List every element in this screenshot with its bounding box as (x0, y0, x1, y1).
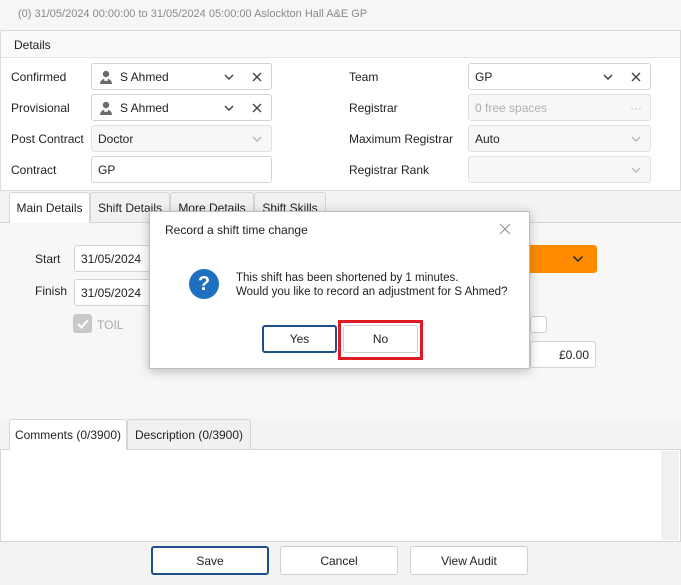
scrollbar[interactable] (661, 451, 679, 540)
start-label: Start (35, 252, 61, 266)
team-field[interactable]: GP (468, 63, 651, 90)
details-panel: Details Confirmed S Ahmed Provisional S … (0, 30, 681, 191)
person-icon (98, 69, 114, 85)
finish-date-value: 31/05/2024 (81, 285, 142, 300)
chevron-down-icon (572, 252, 584, 266)
more-icon: ··· (630, 100, 642, 115)
dialog-message-line2: Would you like to record an adjustment f… (236, 286, 508, 298)
registrar-placeholder: 0 free spaces (475, 100, 548, 115)
comment-tabs: Comments (0/3900) Description (0/3900) (0, 419, 681, 450)
provisional-value: S Ahmed (120, 100, 169, 115)
maximum-registrar-label: Maximum Registrar (349, 132, 454, 146)
yes-button[interactable]: Yes (262, 325, 337, 353)
chevron-down-icon[interactable] (221, 73, 237, 80)
contract-value: GP (98, 162, 116, 177)
chevron-down-icon[interactable] (600, 73, 616, 80)
clear-icon[interactable] (249, 72, 265, 82)
toil-label: TOIL (97, 318, 124, 332)
provisional-label: Provisional (11, 101, 70, 115)
maximum-registrar-value: Auto (475, 131, 500, 146)
shift-change-dialog: Record a shift time change ? This shift … (149, 211, 530, 369)
team-label: Team (349, 70, 379, 84)
registrar-rank-label: Registrar Rank (349, 163, 430, 177)
tab-description[interactable]: Description (0/3900) (127, 419, 251, 449)
chevron-down-icon (628, 166, 644, 173)
dialog-message: This shift has been shortened by 1 minut… (236, 271, 507, 299)
contract-label: Contract (11, 163, 57, 177)
start-date-value: 31/05/2024 (81, 251, 142, 266)
dialog-message-line1: This shift has been shortened by 1 minut… (236, 272, 459, 284)
no-button[interactable]: No (343, 325, 418, 353)
person-icon (98, 100, 114, 116)
window-title-bar: (0) 31/05/2024 00:00:00 to 31/05/2024 05… (0, 0, 681, 30)
registrar-rank-select[interactable] (468, 156, 651, 183)
contract-field[interactable]: GP (91, 156, 272, 183)
post-contract-label: Post Contract (11, 132, 84, 146)
registrar-field[interactable]: 0 free spaces ··· (468, 94, 651, 121)
confirmed-field[interactable]: S Ahmed (91, 63, 272, 90)
cancel-button[interactable]: Cancel (280, 546, 398, 575)
maximum-registrar-select[interactable]: Auto (468, 125, 651, 152)
amount-value: £0.00 (558, 347, 589, 362)
close-icon[interactable] (498, 222, 512, 236)
confirmed-value: S Ahmed (120, 69, 169, 84)
chevron-down-icon (628, 135, 644, 142)
check-icon (76, 318, 89, 329)
toil-checkbox[interactable] (73, 314, 92, 333)
tab-comments[interactable]: Comments (0/3900) (9, 419, 127, 450)
chevron-down-icon[interactable] (221, 104, 237, 111)
question-icon: ? (189, 269, 219, 299)
details-title: Details (14, 38, 51, 52)
confirmed-label: Confirmed (11, 70, 67, 84)
finish-label: Finish (35, 284, 68, 298)
details-header: Details (1, 31, 680, 58)
dialog-title: Record a shift time change (165, 223, 308, 237)
tab-main-details[interactable]: Main Details (9, 192, 90, 223)
save-button[interactable]: Save (151, 546, 269, 575)
post-contract-value: Doctor (98, 131, 134, 146)
team-value: GP (475, 69, 493, 84)
registrar-label: Registrar (349, 101, 398, 115)
window-title: (0) 31/05/2024 00:00:00 to 31/05/2024 05… (18, 8, 368, 20)
clear-icon[interactable] (628, 72, 644, 82)
comments-textarea[interactable] (0, 449, 681, 542)
post-contract-select[interactable]: Doctor (91, 125, 272, 152)
amount-field[interactable]: £0.00 (530, 341, 596, 368)
clear-icon[interactable] (249, 103, 265, 113)
option-checkbox[interactable] (530, 316, 547, 333)
chevron-down-icon (249, 135, 265, 142)
view-audit-button[interactable]: View Audit (410, 546, 528, 575)
provisional-field[interactable]: S Ahmed (91, 94, 272, 121)
